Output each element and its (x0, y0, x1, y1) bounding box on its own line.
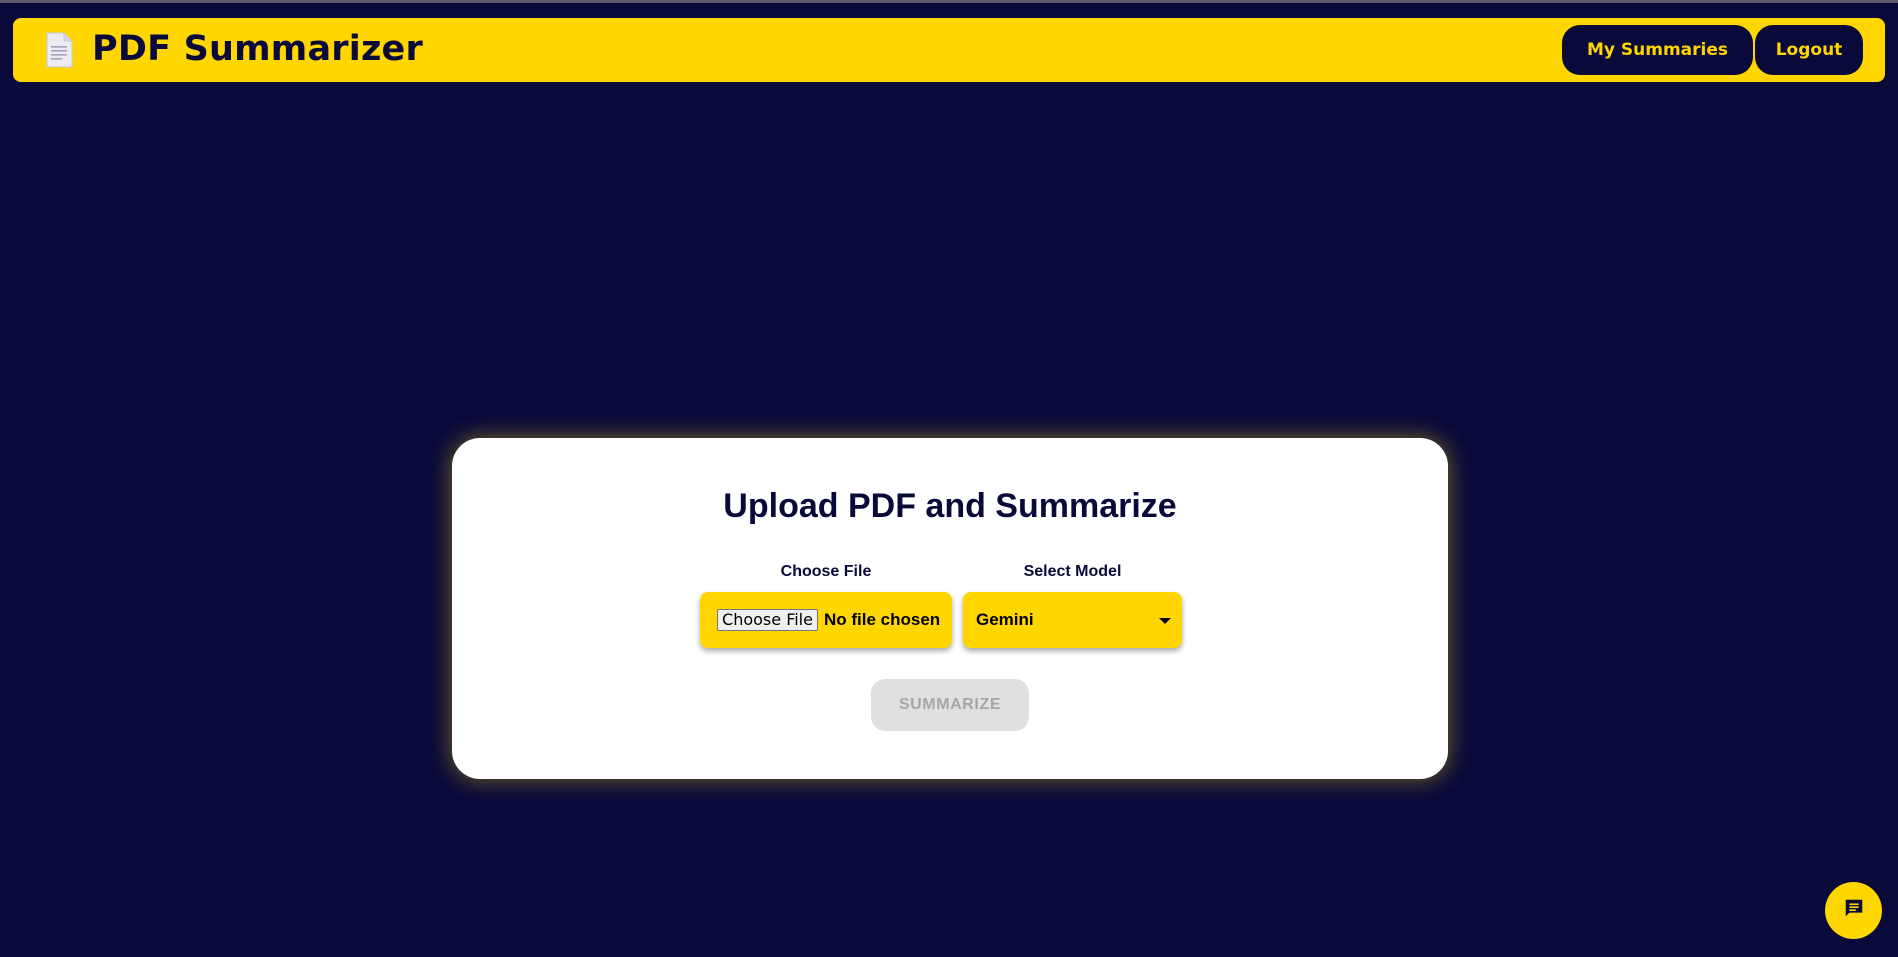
chat-icon (1843, 897, 1865, 924)
choose-file-button[interactable]: Choose File (717, 609, 818, 631)
model-select-value: Gemini (976, 610, 1034, 629)
window-top-edge (0, 0, 1898, 3)
summarize-button[interactable]: SUMMARIZE (871, 679, 1029, 731)
app-title: PDF Summarizer (92, 29, 423, 69)
logout-button[interactable]: Logout (1755, 25, 1863, 75)
app-header: PDF Summarizer My Summaries Logout (13, 18, 1885, 82)
file-status-text: No file chosen (824, 610, 941, 629)
model-select[interactable]: Gemini (963, 592, 1182, 648)
chat-button[interactable] (1825, 882, 1882, 939)
select-model-label: Select Model (1023, 563, 1122, 580)
choose-file-label: Choose File (780, 563, 872, 580)
chevron-down-icon (1159, 618, 1171, 624)
page-title: Upload PDF and Summarize (723, 487, 1177, 525)
upload-card: Upload PDF and Summarize Choose File Sel… (452, 438, 1448, 779)
my-summaries-button[interactable]: My Summaries (1562, 25, 1753, 75)
document-icon (45, 32, 73, 68)
file-input[interactable]: Choose File No file chosen (700, 592, 952, 648)
